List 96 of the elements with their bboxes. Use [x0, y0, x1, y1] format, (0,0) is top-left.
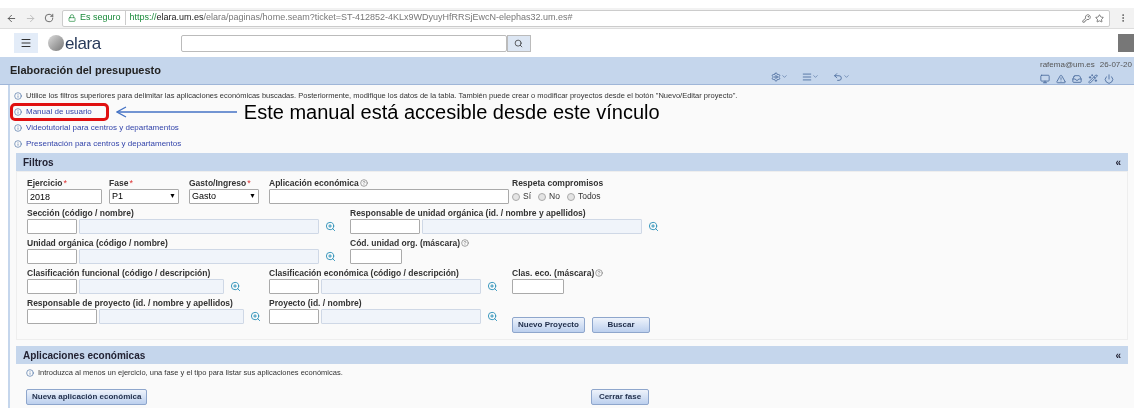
required-mark: * [63, 178, 67, 188]
forward-icon[interactable] [25, 12, 36, 24]
name-field[interactable] [321, 309, 481, 324]
info-icon [14, 108, 22, 116]
section-title: Aplicaciones económicas [23, 348, 146, 363]
settings-icon[interactable] [771, 71, 788, 82]
search-icon[interactable] [250, 311, 261, 322]
field-label: Proyecto (id. / nombre) [269, 296, 362, 310]
field-label: Sección (código / nombre) [27, 206, 134, 220]
text-field[interactable] [350, 249, 402, 264]
url-text: https://elara.um.es/elara/paginas/home.seam?ticket=ST-412852-4KLx9WDyuyHfRRSjEwcN-elephas32.um.es# [129, 11, 573, 25]
radio-button[interactable] [566, 192, 575, 201]
search-icon[interactable] [648, 221, 659, 232]
radio-button[interactable] [538, 192, 547, 201]
required-mark: * [247, 178, 251, 188]
help-link[interactable]: Videotutorial para centros y departamentos [26, 122, 179, 134]
avatar [1118, 34, 1134, 52]
monitor-icon[interactable] [1040, 74, 1050, 84]
info-icon [14, 140, 22, 148]
page-title: Elaboración del presupuesto [10, 63, 161, 79]
name-field[interactable] [79, 249, 319, 264]
code-field[interactable] [350, 219, 420, 234]
security-label: Es seguro [80, 11, 126, 25]
code-field[interactable] [27, 249, 77, 264]
field-label: Ejercicio [27, 176, 63, 190]
collapse-button[interactable]: « [1115, 154, 1121, 170]
text-field[interactable] [512, 279, 564, 294]
form-button[interactable]: Nuevo Proyecto [512, 317, 585, 333]
radio-label: Todos [577, 190, 601, 203]
field-label: Gasto/Ingreso [189, 176, 247, 190]
inbox-icon[interactable] [1072, 74, 1082, 84]
code-field[interactable] [27, 219, 77, 234]
address-bar[interactable]: Es seguro https://elara.um.es/elara/paginas/home.seam?ticket=ST-412852-4KLx9WDyuyHfRRSjEwcN-elephas32.um.es# [62, 9, 1110, 27]
date-text: 26-07-20 [1099, 59, 1132, 71]
name-field[interactable] [321, 279, 481, 294]
warning-icon[interactable] [1056, 74, 1066, 84]
text-field[interactable]: 2018 [27, 189, 102, 204]
field-label: Aplicación económica [269, 176, 359, 190]
form-button[interactable]: Nueva aplicación económica [26, 389, 148, 405]
field-label: Responsable de proyecto (id. / nombre y apellidos) [27, 296, 233, 310]
search-icon[interactable] [487, 281, 498, 292]
reply-icon[interactable] [833, 71, 850, 82]
help-link[interactable]: Manual de usuario [26, 106, 92, 118]
menu-button[interactable] [14, 33, 38, 53]
code-field[interactable] [27, 279, 77, 294]
radio-label: No [549, 190, 560, 203]
code-field[interactable] [269, 309, 319, 324]
wand-icon[interactable] [1088, 74, 1098, 84]
text-field[interactable] [269, 189, 509, 204]
field-label: Clas. eco. (máscara) [512, 266, 595, 280]
field-label: Cód. unidad org. (máscara) [350, 236, 461, 250]
reload-icon[interactable] [44, 13, 54, 23]
power-icon[interactable] [1104, 74, 1114, 84]
help-icon[interactable] [461, 239, 470, 247]
name-field[interactable] [79, 219, 319, 234]
search-icon [514, 38, 524, 48]
field-label: Fase [109, 176, 129, 190]
info-icon [14, 92, 22, 100]
help-link[interactable]: Presentación para centros y departamentos [26, 138, 182, 150]
code-field[interactable] [27, 309, 97, 324]
lock-icon [68, 14, 76, 22]
menu-icon [20, 37, 32, 49]
back-icon[interactable] [6, 12, 17, 24]
list-icon[interactable] [802, 71, 819, 82]
radio-button[interactable] [512, 192, 520, 201]
field-label: Responsable de unidad orgánica (id. / nombre y apellidos) [350, 206, 586, 220]
name-field[interactable] [422, 219, 642, 234]
help-icon[interactable] [359, 179, 368, 187]
star-icon[interactable] [1095, 13, 1104, 23]
name-field[interactable] [79, 279, 224, 294]
logo-icon [48, 35, 64, 51]
form-button[interactable]: Cerrar fase [591, 389, 649, 405]
annotation-text: Este manual está accesible desde este vínculo [243, 102, 660, 122]
user-email: rafema@um.es [1040, 59, 1095, 71]
info-icon [26, 369, 34, 377]
search-field[interactable] [180, 34, 507, 52]
required-mark: * [129, 178, 133, 188]
radio-label: Sí [523, 190, 532, 203]
search-icon[interactable] [230, 281, 241, 292]
search-button[interactable] [506, 34, 531, 52]
search-icon[interactable] [487, 311, 498, 322]
help-icon[interactable] [595, 269, 604, 277]
key-icon[interactable] [1082, 13, 1091, 23]
logo-text: elara [65, 34, 101, 52]
search-icon[interactable] [325, 221, 336, 232]
collapse-button[interactable]: « [1115, 347, 1121, 363]
code-field[interactable] [269, 279, 319, 294]
name-field[interactable] [99, 309, 244, 324]
info-icon [14, 124, 22, 132]
field-label: Respeta compromisos [512, 176, 604, 190]
field-label: Unidad orgánica (código / nombre) [27, 236, 168, 250]
field-label: Clasificación funcional (código / descripción) [27, 266, 211, 280]
search-icon[interactable] [325, 251, 336, 262]
form-button[interactable]: Buscar [592, 317, 650, 333]
field-label: Clasificación económica (código / descripción) [269, 266, 459, 280]
section-title: Filtros [23, 155, 54, 170]
